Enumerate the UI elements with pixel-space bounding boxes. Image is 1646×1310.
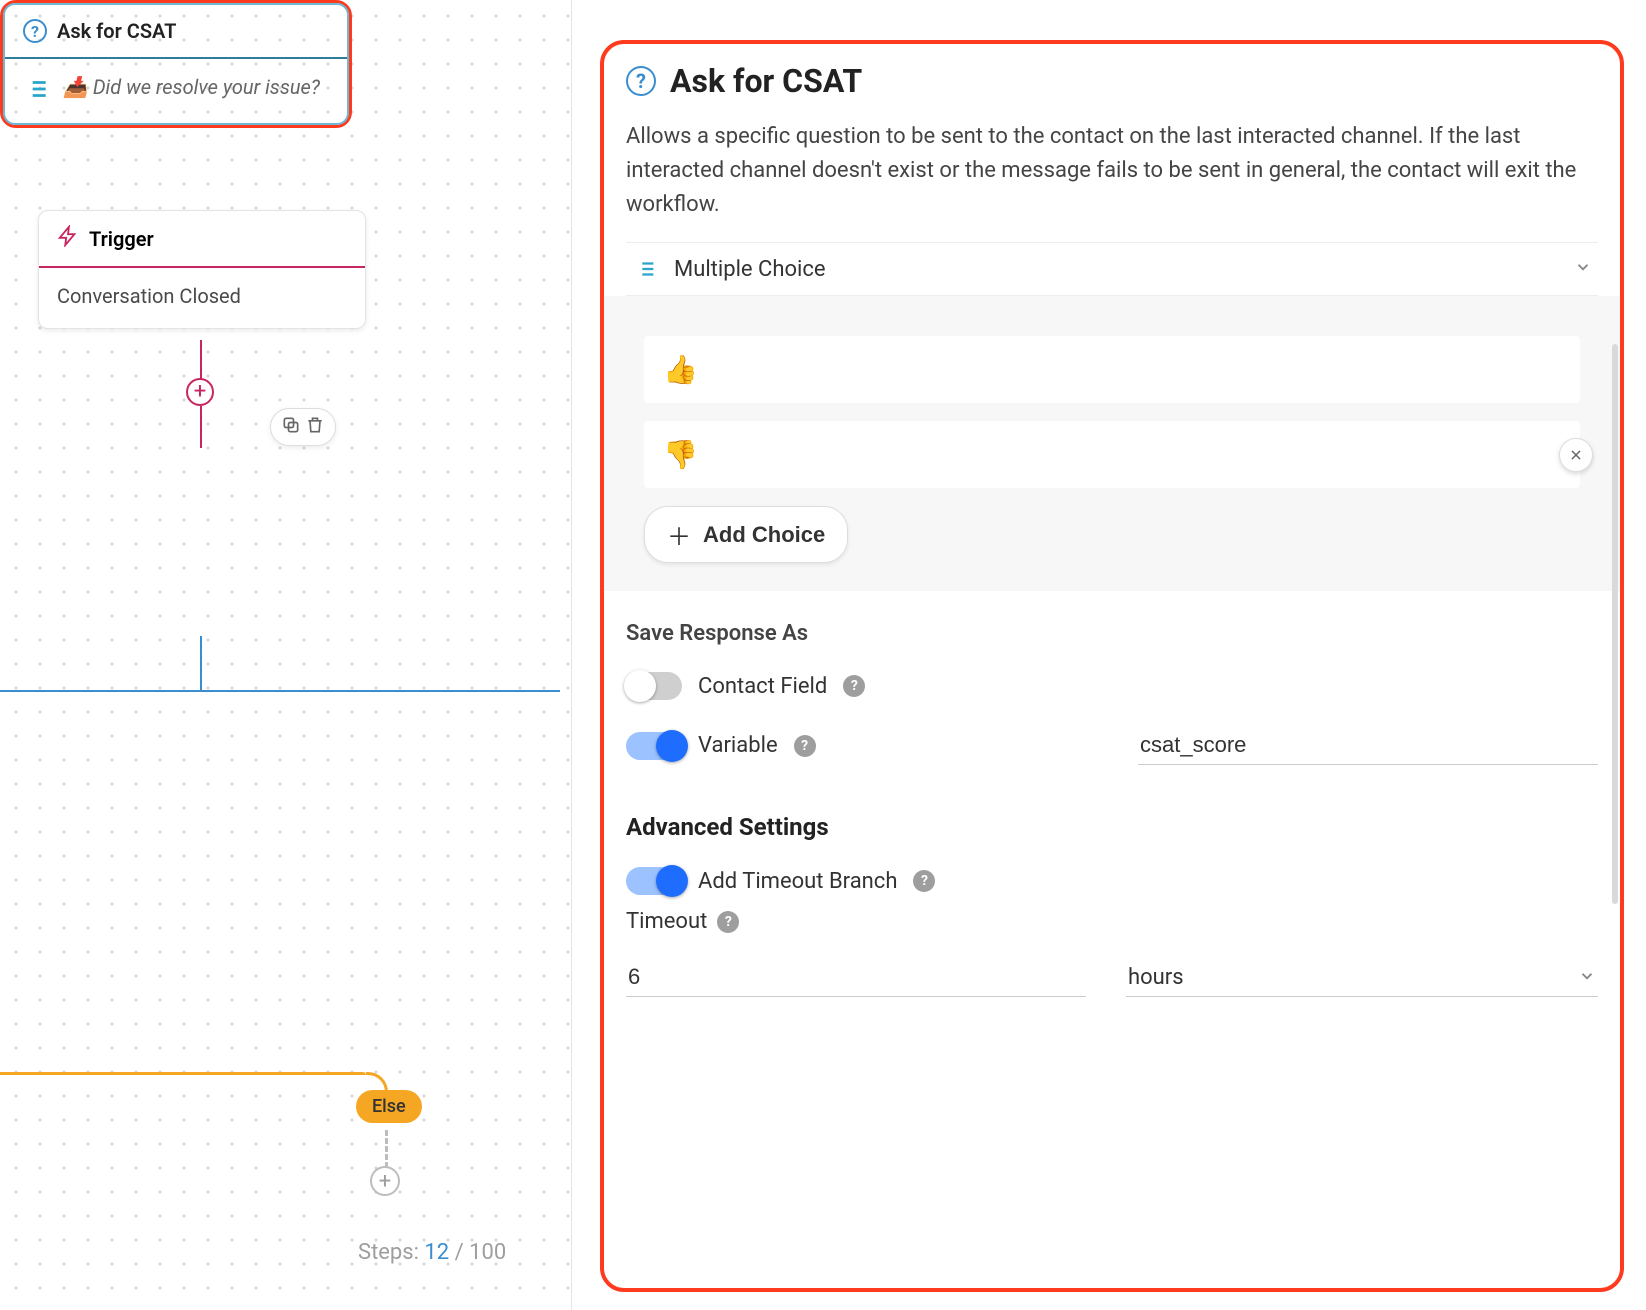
choice-value: 👍 [663, 353, 698, 386]
question-icon: ? [626, 66, 656, 96]
detail-panel: ? Ask for CSAT Allows a specific questio… [600, 40, 1624, 1292]
connector [200, 636, 202, 690]
timeout-branch-toggle[interactable] [626, 867, 682, 895]
contact-field-toggle-row: Contact Field ? [626, 672, 1598, 700]
help-icon[interactable]: ? [843, 675, 865, 697]
help-icon[interactable]: ? [794, 735, 816, 757]
timeout-unit-value: hours [1128, 965, 1184, 990]
trigger-node[interactable]: Trigger Conversation Closed [38, 210, 366, 329]
delete-icon[interactable] [305, 415, 325, 439]
chevron-down-icon [1578, 967, 1596, 989]
question-icon: ? [23, 19, 47, 43]
variable-toggle-row: Variable ? [626, 726, 1598, 765]
trigger-body: Conversation Closed [39, 268, 365, 328]
csat-title: Ask for CSAT [57, 19, 176, 43]
timeout-label: Timeout [626, 909, 707, 934]
duplicate-icon[interactable] [281, 415, 301, 439]
else-label[interactable]: Else [356, 1090, 422, 1123]
variable-label: Variable [698, 733, 778, 758]
node-actions [270, 408, 336, 446]
connector [385, 1130, 388, 1168]
connector [0, 1072, 366, 1075]
trigger-header: Trigger [39, 211, 365, 266]
variable-name-input[interactable] [1138, 726, 1598, 765]
trigger-title: Trigger [89, 227, 154, 251]
remove-choice-button[interactable] [1559, 438, 1593, 472]
trigger-icon [57, 225, 79, 252]
choice-row[interactable]: 👎 [644, 421, 1580, 488]
help-icon[interactable]: ? [913, 870, 935, 892]
timeout-unit-select[interactable]: hours [1126, 959, 1598, 997]
choice-value: 👎 [663, 438, 698, 471]
csat-question: 📥 Did we resolve your issue? [63, 75, 320, 99]
timeout-label-row: Timeout ? [626, 909, 1598, 934]
timeout-inputs: hours [626, 958, 1598, 997]
csat-body: 📥 Did we resolve your issue? [5, 59, 347, 123]
add-step-button[interactable]: + [370, 1166, 400, 1196]
timeout-branch-label: Add Timeout Branch [698, 869, 897, 894]
question-type-value: Multiple Choice [674, 257, 826, 282]
question-type-select[interactable]: Multiple Choice [626, 242, 1598, 296]
add-step-button[interactable]: + [186, 378, 214, 406]
choices-area: 👍 👎 ＋ Add Choice [604, 296, 1620, 591]
csat-node[interactable]: ? Ask for CSAT 📥 Did we resolve your iss… [0, 0, 352, 128]
list-icon [632, 255, 660, 283]
connector [0, 690, 560, 692]
csat-header: ? Ask for CSAT [5, 5, 347, 57]
timeout-branch-toggle-row: Add Timeout Branch ? [626, 867, 1598, 895]
panel-title: Ask for CSAT [670, 62, 862, 100]
contact-field-label: Contact Field [698, 674, 827, 699]
choice-row[interactable]: 👍 [644, 336, 1580, 403]
list-icon [23, 75, 51, 103]
panel-title-row: ? Ask for CSAT [626, 62, 1598, 100]
variable-toggle[interactable] [626, 732, 682, 760]
connector [200, 406, 202, 448]
add-choice-label: Add Choice [703, 522, 825, 548]
scrollbar[interactable] [1612, 344, 1618, 904]
add-choice-button[interactable]: ＋ Add Choice [644, 506, 848, 563]
advanced-settings-label: Advanced Settings [626, 813, 1598, 841]
plus-icon: ＋ [667, 517, 691, 552]
timeout-value-input[interactable] [626, 958, 1086, 997]
panel-description: Allows a specific question to be sent to… [626, 120, 1598, 222]
help-icon[interactable]: ? [717, 911, 739, 933]
steps-counter: Steps: 12 / 100 [358, 1240, 506, 1265]
save-response-label: Save Response As [626, 621, 1598, 646]
contact-field-toggle[interactable] [626, 672, 682, 700]
chevron-down-icon [1574, 258, 1592, 280]
workflow-canvas[interactable]: Trigger Conversation Closed + ? Ask for … [0, 0, 572, 1310]
